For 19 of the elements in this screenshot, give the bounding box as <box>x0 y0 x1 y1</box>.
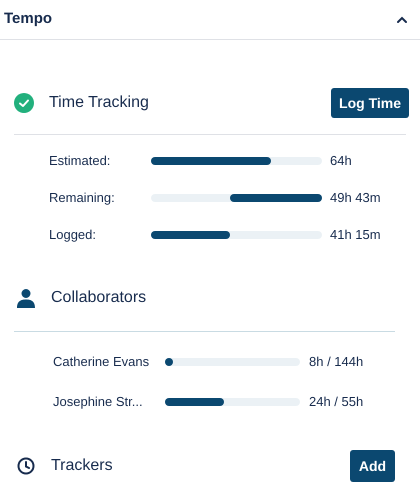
time-label: Estimated: <box>49 152 112 170</box>
collaborator-name: Catherine Evans <box>53 352 150 371</box>
section-title: Trackers <box>51 456 113 476</box>
time-value: 49h 43m <box>330 188 381 207</box>
section-title: Time Tracking <box>49 93 149 113</box>
time-value: 41h 15m <box>330 226 381 244</box>
collaborator-hours: 8h / 144h <box>309 352 364 371</box>
clock-icon <box>17 457 35 475</box>
log-time-button[interactable]: Log Time <box>331 88 409 118</box>
person-icon <box>15 288 37 308</box>
section-title: Collaborators <box>51 288 146 308</box>
collaborator-hours: 24h / 55h <box>309 392 364 411</box>
chevron-icon[interactable] <box>396 16 408 24</box>
time-label: Logged: <box>49 226 97 244</box>
time-value: 64h <box>330 152 352 170</box>
add-button[interactable]: Add <box>350 450 395 482</box>
panel-title: Tempo <box>4 9 52 30</box>
collaborator-name: Josephine Str... <box>53 392 144 411</box>
time-label: Remaining: <box>49 188 116 207</box>
